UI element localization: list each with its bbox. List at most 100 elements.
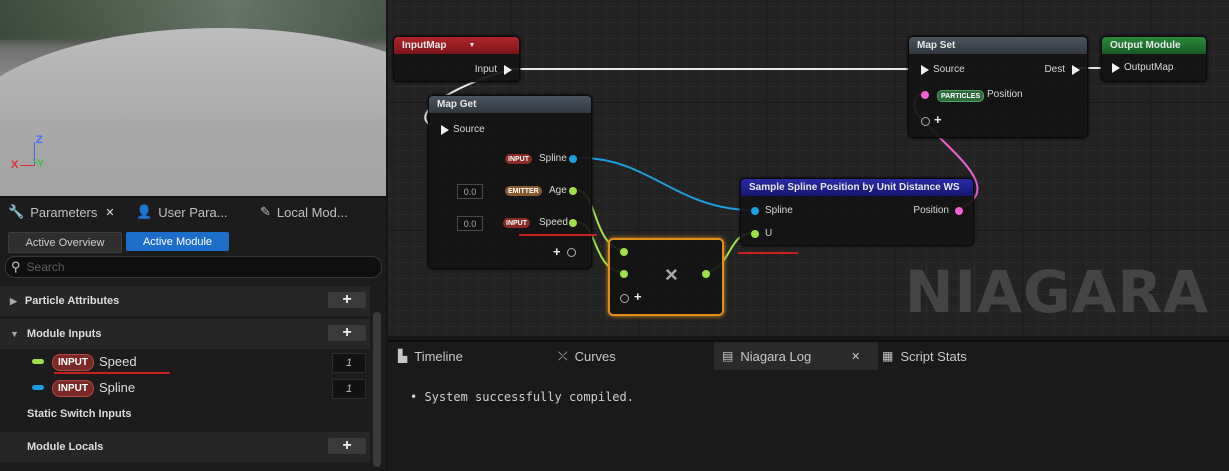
inputmap-node[interactable]: InputMap ▼ Input xyxy=(393,36,520,82)
map-set-node[interactable]: Map Set Source Dest PARTICLES Position + xyxy=(908,36,1088,138)
parameters-panel: 🔧 Parameters ✕ 👤 User Para... ✎ Local Mo… xyxy=(0,196,386,471)
spline-output-pin[interactable] xyxy=(569,155,577,163)
spline-input-pin[interactable] xyxy=(751,207,759,215)
age-output-pin[interactable] xyxy=(569,187,577,195)
tab-label: User Para... xyxy=(158,204,228,220)
input-name: Spline xyxy=(99,380,136,395)
map-get-node[interactable]: Map Get Source INPUT Spline 0.0 EMITTER … xyxy=(428,95,592,269)
speed-default-value[interactable]: 0.0 xyxy=(457,216,483,231)
input-badge: INPUT xyxy=(505,154,532,164)
pin-label: Spline xyxy=(539,153,567,164)
float-type-icon xyxy=(32,359,44,364)
input-badge: INPUT xyxy=(503,218,530,228)
pin-label: Dest xyxy=(1044,64,1065,75)
person-icon: 👤 xyxy=(136,204,153,219)
spline-value-field[interactable]: 1 xyxy=(332,379,366,399)
tab-parameters[interactable]: 🔧 Parameters ✕ xyxy=(8,198,115,226)
edit-icon: ✎ xyxy=(260,204,271,219)
add-pin-icon[interactable]: + xyxy=(553,244,561,259)
section-title: Module Locals xyxy=(27,441,104,453)
sample-spline-node[interactable]: Sample Spline Position by Unit Distance … xyxy=(740,178,974,246)
list-item-spline[interactable]: INPUT Spline 1 xyxy=(0,376,370,400)
section-module-inputs[interactable]: ▼ Module Inputs + xyxy=(0,319,370,349)
input-a-pin[interactable] xyxy=(620,248,628,256)
particles-badge: PARTICLES xyxy=(937,90,985,102)
emitter-badge: EMITTER xyxy=(505,186,542,196)
pin-label: Age xyxy=(549,185,567,196)
active-module-button[interactable]: Active Module xyxy=(126,232,229,251)
axis-y-label: Y xyxy=(37,158,45,170)
tab-user-parameters[interactable]: 👤 User Para... xyxy=(136,198,228,226)
speed-output-pin[interactable] xyxy=(569,219,577,227)
add-particle-attribute-button[interactable]: + xyxy=(328,292,366,308)
tab-label: Niagara Log xyxy=(740,348,812,364)
close-icon[interactable]: ✕ xyxy=(105,206,114,219)
add-pin-circle-icon[interactable] xyxy=(620,294,629,303)
exec-pin-input[interactable] xyxy=(1112,63,1120,73)
tab-label: Timeline xyxy=(414,348,463,364)
chevron-down-icon: ▼ xyxy=(468,42,476,49)
age-default-value[interactable]: 0.0 xyxy=(457,184,483,199)
u-input-pin[interactable] xyxy=(751,230,759,238)
node-graph[interactable]: InputMap ▼ Input Map Get Source INPUT Sp… xyxy=(388,0,1229,336)
add-pin-icon[interactable]: + xyxy=(934,112,942,127)
exec-pin-input[interactable] xyxy=(441,125,449,135)
tab-script-stats[interactable]: ▦ Script Stats xyxy=(882,342,967,370)
log-panel: ▙ Timeline ⤫ Curves ▤ Niagara Log ✕ ▦ Sc… xyxy=(388,340,1229,471)
list-item-speed[interactable]: INPUT Speed 1 xyxy=(0,350,370,374)
multiply-icon: × xyxy=(665,262,678,287)
annotation-underline xyxy=(738,252,798,254)
section-title: Particle Attributes xyxy=(24,295,120,307)
tab-niagara-log[interactable]: ▤ Niagara Log ✕ xyxy=(714,342,878,370)
speed-value-field[interactable]: 1 xyxy=(332,353,366,373)
tab-label: Local Mod... xyxy=(276,204,348,220)
output-module-node[interactable]: Output Module OutputMap xyxy=(1101,36,1207,82)
axis-x-label: X xyxy=(11,159,19,171)
active-overview-button[interactable]: Active Overview xyxy=(8,232,122,253)
exec-pin-input[interactable] xyxy=(921,65,929,75)
curves-icon: ⤫ xyxy=(558,348,568,363)
pin-label: Position xyxy=(987,89,1023,100)
niagara-watermark: NIAGARA xyxy=(904,258,1209,326)
annotation-underline xyxy=(519,234,597,236)
node-title: Map Set xyxy=(917,40,956,51)
add-module-local-button[interactable]: + xyxy=(328,438,366,454)
output-pin[interactable] xyxy=(702,270,710,278)
chevron-right-icon: ▶ xyxy=(10,295,17,306)
position-output-pin[interactable] xyxy=(955,207,963,215)
add-module-input-button[interactable]: + xyxy=(328,325,366,341)
preview-viewport[interactable]: Z X Y xyxy=(0,0,386,196)
log-icon: ▤ xyxy=(722,349,734,363)
section-module-locals[interactable]: Module Locals + xyxy=(0,432,370,462)
tab-label: Script Stats xyxy=(900,348,967,364)
add-pin-circle-icon[interactable] xyxy=(921,117,930,126)
add-pin-circle-icon[interactable] xyxy=(567,248,576,257)
add-pin-icon[interactable]: + xyxy=(634,289,642,304)
search-input[interactable]: Search xyxy=(27,260,65,274)
input-name: Speed xyxy=(99,354,137,369)
multiply-node[interactable]: × + xyxy=(608,238,724,316)
tab-timeline[interactable]: ▙ Timeline xyxy=(398,342,463,370)
section-title: Module Inputs xyxy=(26,328,102,340)
pin-label: Spline xyxy=(765,205,793,216)
close-icon[interactable]: ✕ xyxy=(851,350,860,363)
tab-local-modules[interactable]: ✎ Local Mod... xyxy=(260,198,348,226)
node-title: Map Get xyxy=(437,99,477,110)
wrench-icon: 🔧 xyxy=(8,204,25,219)
scrollbar[interactable] xyxy=(373,312,381,467)
search-box[interactable]: ⚲ Search xyxy=(5,256,382,278)
timeline-icon: ▙ xyxy=(398,349,408,363)
pin-label: Source xyxy=(933,64,965,75)
tab-curves[interactable]: ⤫ Curves xyxy=(558,342,616,370)
position-input-pin[interactable] xyxy=(921,91,929,99)
node-title: Sample Spline Position by Unit Distance … xyxy=(749,182,960,193)
section-static-switch-inputs[interactable]: Static Switch Inputs xyxy=(27,408,132,420)
chevron-down-icon: ▼ xyxy=(10,329,19,339)
input-b-pin[interactable] xyxy=(620,270,628,278)
stats-icon: ▦ xyxy=(882,349,894,363)
exec-pin-output[interactable] xyxy=(504,65,512,75)
pin-label: U xyxy=(765,228,773,239)
exec-pin-output[interactable] xyxy=(1072,65,1080,75)
pin-label: Position xyxy=(913,205,949,216)
section-particle-attributes[interactable]: ▶ Particle Attributes + xyxy=(0,286,370,316)
